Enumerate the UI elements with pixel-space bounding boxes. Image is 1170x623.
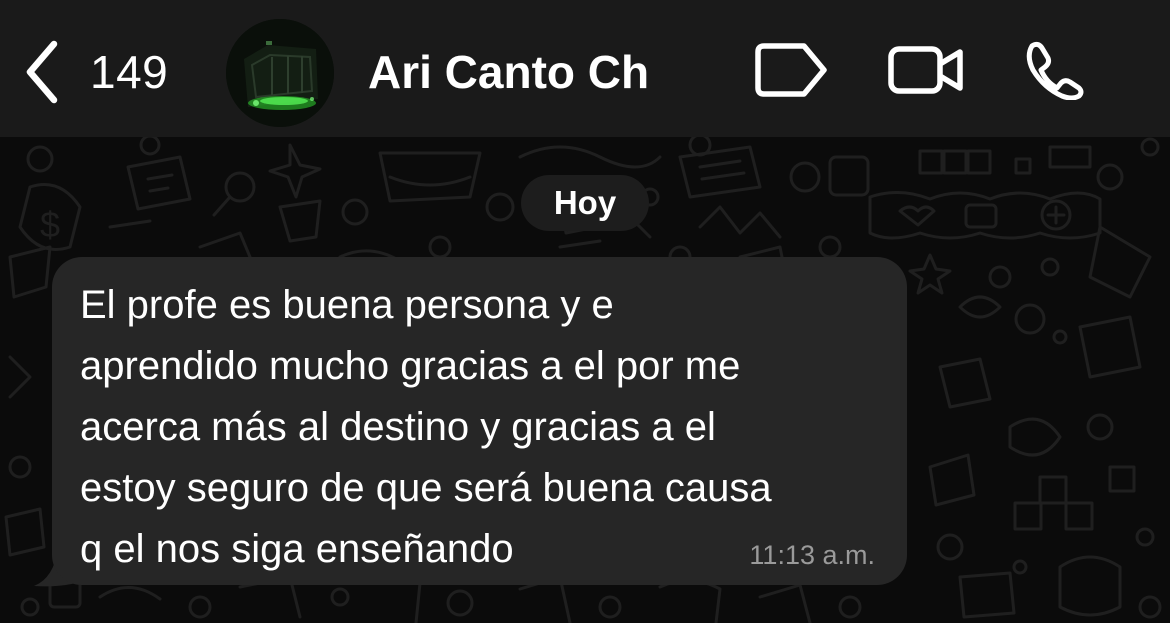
avatar[interactable] — [226, 19, 334, 127]
back-button[interactable]: 149 — [22, 38, 168, 106]
incoming-message-bubble[interactable]: El profe es buena persona y e aprendido … — [52, 257, 907, 585]
message-timestamp: 11:13 a.m. — [749, 540, 875, 570]
contact-name[interactable]: Ari Canto Ch — [368, 40, 649, 104]
message-text: El profe es buena persona y e aprendido … — [80, 283, 772, 571]
chevron-left-icon — [26, 40, 58, 104]
chat-header: 149 Ari Canto Ch — [0, 0, 1170, 137]
date-divider: Hoy — [521, 175, 649, 231]
unread-count: 149 — [90, 46, 169, 98]
video-camera-icon[interactable] — [888, 44, 964, 96]
phone-icon[interactable] — [1024, 40, 1086, 100]
label-tag-icon[interactable] — [754, 42, 830, 98]
svg-text:$: $ — [40, 204, 60, 245]
avatar-image — [226, 19, 334, 127]
